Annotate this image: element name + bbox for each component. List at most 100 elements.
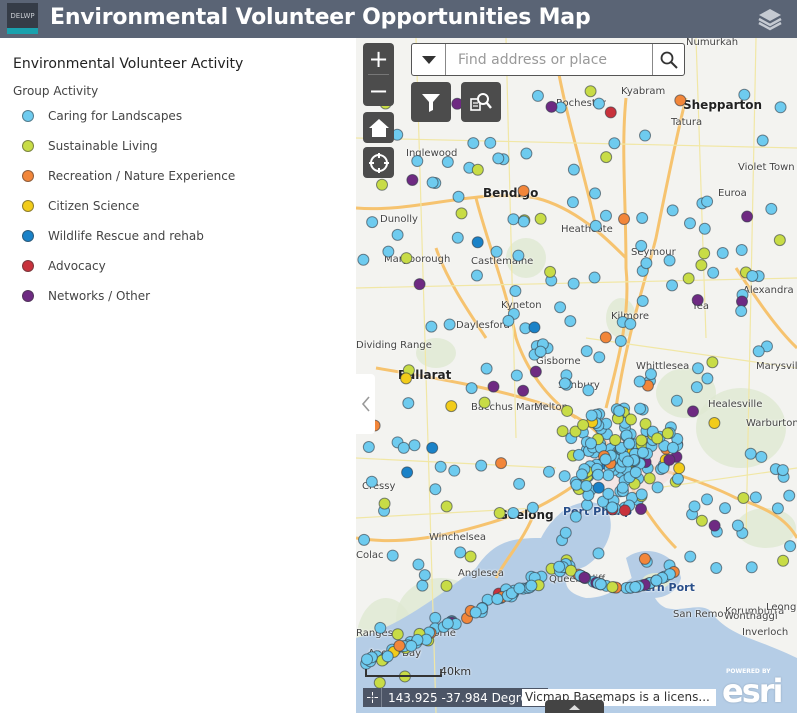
volunteer-point[interactable] <box>378 497 391 510</box>
volunteer-point[interactable] <box>495 457 508 470</box>
volunteer-point[interactable] <box>566 196 579 209</box>
volunteer-point[interactable] <box>376 178 389 191</box>
volunteer-point[interactable] <box>701 195 714 208</box>
volunteer-point[interactable] <box>671 472 684 485</box>
volunteer-point[interactable] <box>526 501 539 514</box>
volunteer-point[interactable] <box>635 239 648 252</box>
zoom-out-button[interactable]: − <box>363 75 394 106</box>
volunteer-point[interactable] <box>621 455 634 468</box>
layers-button[interactable] <box>757 6 783 32</box>
volunteer-point[interactable] <box>480 362 493 375</box>
volunteer-point[interactable] <box>600 151 613 164</box>
volunteer-point[interactable] <box>673 462 686 475</box>
volunteer-point[interactable] <box>425 320 438 333</box>
volunteer-point[interactable] <box>606 581 619 594</box>
volunteer-point[interactable] <box>644 368 657 381</box>
volunteer-point[interactable] <box>618 213 631 226</box>
volunteer-point[interactable] <box>683 217 696 230</box>
volunteer-point[interactable] <box>373 676 386 689</box>
volunteer-point[interactable] <box>381 650 394 663</box>
volunteer-point[interactable] <box>752 345 765 358</box>
volunteer-point[interactable] <box>561 404 574 417</box>
volunteer-point[interactable] <box>441 155 454 168</box>
volunteer-point[interactable] <box>440 500 453 513</box>
volunteer-point[interactable] <box>731 519 744 532</box>
volunteer-point[interactable] <box>512 249 525 262</box>
volunteer-point[interactable] <box>589 219 602 232</box>
volunteer-point[interactable] <box>735 244 748 257</box>
volunteer-point[interactable] <box>358 533 371 546</box>
volunteer-point[interactable] <box>440 579 453 592</box>
volunteer-point[interactable] <box>382 245 395 258</box>
volunteer-point[interactable] <box>624 317 637 330</box>
volunteer-point[interactable] <box>528 321 541 334</box>
volunteer-point[interactable] <box>517 215 530 228</box>
volunteer-point[interactable] <box>544 265 557 278</box>
volunteer-point[interactable] <box>670 394 683 407</box>
volunteer-point[interactable] <box>567 163 580 176</box>
volunteer-point[interactable] <box>400 372 413 385</box>
volunteer-point[interactable] <box>386 549 399 562</box>
volunteer-point[interactable] <box>400 252 413 265</box>
volunteer-point[interactable] <box>783 489 796 502</box>
volunteer-point[interactable] <box>650 574 663 587</box>
volunteer-point[interactable] <box>361 653 374 666</box>
volunteer-point[interactable] <box>464 550 477 563</box>
volunteer-point[interactable] <box>639 129 652 142</box>
volunteer-point[interactable] <box>451 231 464 244</box>
volunteer-point[interactable] <box>609 433 622 446</box>
attribute-table-toggle[interactable] <box>545 700 604 713</box>
volunteer-point[interactable] <box>661 427 674 440</box>
volunteer-point[interactable] <box>362 441 375 454</box>
volunteer-point[interactable] <box>776 464 789 477</box>
volunteer-point[interactable] <box>534 345 547 358</box>
volunteer-point[interactable] <box>572 448 585 461</box>
volunteer-point[interactable] <box>634 503 647 516</box>
volunteer-point[interactable] <box>593 351 606 364</box>
volunteer-point[interactable] <box>471 163 484 176</box>
volunteer-point[interactable] <box>589 187 602 200</box>
volunteer-point[interactable] <box>582 384 595 397</box>
volunteer-point[interactable] <box>638 552 651 565</box>
volunteer-point[interactable] <box>581 499 594 512</box>
volunteer-point[interactable] <box>529 365 542 378</box>
search-input[interactable] <box>446 44 652 75</box>
volunteer-point[interactable] <box>663 254 676 267</box>
volunteer-point[interactable] <box>531 89 544 102</box>
collapse-panel-button[interactable] <box>356 374 375 434</box>
volunteer-point[interactable] <box>613 404 626 417</box>
volunteer-point[interactable] <box>490 245 503 258</box>
volunteer-point[interactable] <box>357 253 370 266</box>
volunteer-point[interactable] <box>401 466 414 479</box>
volunteer-point[interactable] <box>594 578 607 591</box>
volunteer-point[interactable] <box>434 460 447 473</box>
volunteer-point[interactable] <box>584 85 597 98</box>
volunteer-point[interactable] <box>554 301 567 314</box>
volunteer-point[interactable] <box>478 396 491 409</box>
volunteer-point[interactable] <box>735 305 748 318</box>
volunteer-point[interactable] <box>701 372 714 385</box>
volunteer-point[interactable] <box>510 369 523 382</box>
volunteer-point[interactable] <box>580 479 593 492</box>
volunteer-point[interactable] <box>602 469 615 482</box>
volunteer-point[interactable] <box>393 639 406 652</box>
volunteer-point[interactable] <box>623 437 636 450</box>
volunteer-point[interactable] <box>708 519 721 532</box>
volunteer-point[interactable] <box>484 136 497 149</box>
volunteer-point[interactable] <box>416 579 429 592</box>
volunteer-point[interactable] <box>448 464 461 477</box>
volunteer-point[interactable] <box>773 234 786 247</box>
volunteer-point[interactable] <box>719 502 732 515</box>
volunteer-point[interactable] <box>592 468 605 481</box>
volunteer-point[interactable] <box>408 439 421 452</box>
volunteer-point[interactable] <box>559 526 572 539</box>
volunteer-point[interactable] <box>716 247 729 260</box>
volunteer-point[interactable] <box>701 493 714 506</box>
volunteer-point[interactable] <box>635 434 648 447</box>
volunteer-point[interactable] <box>614 335 627 348</box>
volunteer-point[interactable] <box>608 137 621 150</box>
volunteer-point[interactable] <box>470 269 483 282</box>
volunteer-point[interactable] <box>708 417 721 430</box>
volunteer-point[interactable] <box>634 402 647 415</box>
volunteer-point[interactable] <box>710 562 723 575</box>
